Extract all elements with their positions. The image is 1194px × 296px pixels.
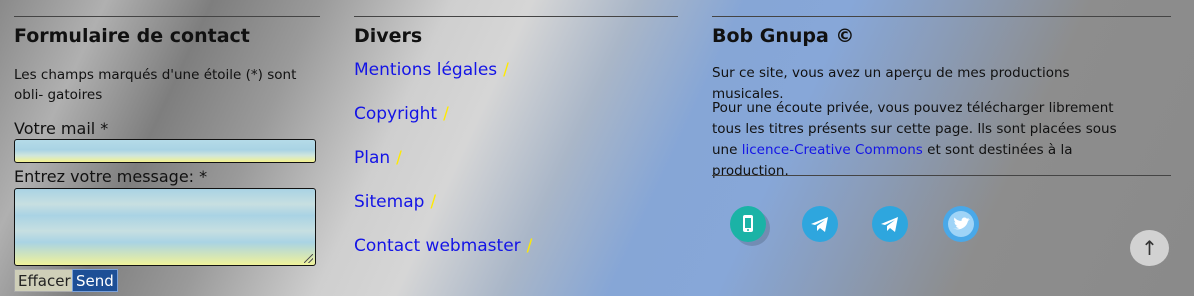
copyright-link[interactable]: Copyright — [354, 104, 437, 124]
contact-title: Formulaire de contact — [14, 25, 250, 47]
telegram-icon[interactable] — [872, 206, 908, 242]
link-separator: / — [503, 60, 509, 80]
link-separator: / — [443, 104, 449, 124]
sitemap-link[interactable]: Sitemap — [354, 192, 424, 212]
plan-link[interactable]: Plan — [354, 148, 390, 168]
link-item: Mentions légales / — [354, 60, 532, 104]
telegram-icon[interactable] — [802, 206, 838, 242]
divers-title: Divers — [354, 25, 423, 47]
email-field[interactable] — [14, 139, 316, 163]
divers-section: Divers Mentions légales / Copyright / Plan… — [354, 16, 678, 256]
link-separator: / — [430, 192, 437, 212]
link-separator: / — [396, 148, 402, 168]
link-item: Copyright / — [354, 104, 532, 148]
send-button[interactable]: Send — [72, 269, 118, 292]
message-field[interactable] — [14, 188, 316, 266]
divers-links: Mentions légales / Copyright / Plan / Sitem… — [354, 60, 532, 280]
about-divider — [712, 16, 1171, 17]
email-label: Votre mail * — [14, 119, 109, 138]
contact-webmaster-link[interactable]: Contact webmaster — [354, 236, 521, 256]
contact-divider — [14, 16, 320, 17]
contact-section: Formulaire de contact Les champs marqués… — [14, 16, 320, 292]
link-item: Plan / — [354, 148, 532, 192]
resize-handle-icon[interactable] — [304, 254, 313, 263]
creative-commons-link[interactable]: licence-Creative Commons — [742, 142, 923, 158]
twitter-icon[interactable] — [943, 206, 979, 242]
about-title: Bob Gnupa © — [712, 25, 855, 47]
link-separator: / — [526, 236, 533, 256]
arrow-up-icon[interactable]: ↑ — [1130, 230, 1169, 266]
about-section: Bob Gnupa © Sur ce site, vous avez un ap… — [712, 16, 1171, 242]
message-label: Entrez votre message: * — [14, 167, 208, 186]
reset-button[interactable]: Effacer — [14, 269, 75, 292]
phone-icon[interactable] — [730, 206, 766, 242]
link-item: Sitemap / — [354, 192, 532, 236]
required-note: Les champs marqués d'une étoile (*) sont… — [14, 67, 297, 103]
link-item: Contact webmaster / — [354, 236, 532, 280]
mentions-legales-link[interactable]: Mentions légales — [354, 60, 497, 80]
divers-divider — [354, 16, 678, 17]
about-paragraph-2: Pour une écoute privée, vous pouvez télé… — [712, 98, 1142, 182]
about-divider-bottom — [712, 175, 1171, 176]
